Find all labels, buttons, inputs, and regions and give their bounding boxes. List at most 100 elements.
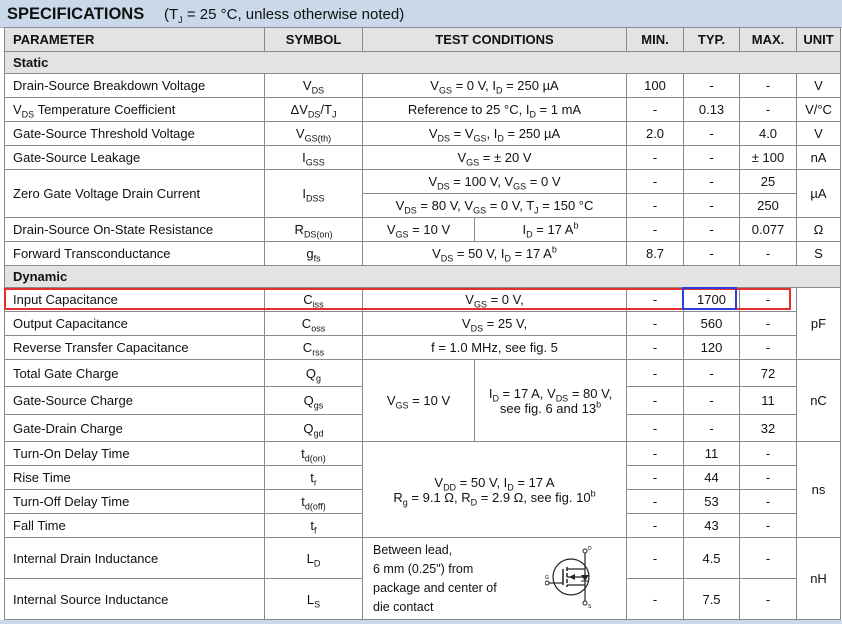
symbol-cell: td(on): [264, 441, 363, 466]
max-cell: -: [739, 578, 798, 620]
section-static: Static: [3, 51, 842, 74]
header-unit: UNIT: [796, 27, 842, 52]
typ-cell: 11: [683, 441, 741, 466]
max-cell: -: [739, 465, 798, 490]
bottom-border: [0, 620, 842, 624]
param-cell: Reverse Transfer Capacitance: [4, 335, 265, 360]
typ-cell: 44: [683, 465, 741, 490]
typ-cell: -: [683, 145, 741, 170]
symbol-cell: Qgd: [264, 414, 363, 442]
condition-cell: VDS = 50 V, ID = 17 Ab: [361, 241, 628, 266]
min-cell: -: [626, 193, 685, 218]
max-cell: -: [739, 287, 798, 312]
table-row: Input Capacitance Ciss VGS = 0 V, - 1700…: [4, 287, 842, 360]
pin-label-d: D: [588, 546, 592, 552]
symbol-cell: IDSS: [264, 169, 363, 218]
typ-cell: 43: [683, 513, 741, 538]
table-row: Gate-Source Threshold Voltage VGS(th) VD…: [4, 121, 842, 146]
symbol-cell: IGSS: [264, 145, 363, 170]
table-row: Zero Gate Voltage Drain Current IDSS VDS…: [4, 169, 842, 218]
param-cell: VDS Temperature Coefficient: [4, 97, 265, 122]
symbol-cell: LD: [264, 537, 363, 579]
param-cell: Fall Time: [4, 513, 265, 538]
max-cell: ± 100: [739, 145, 798, 170]
unit-cell: V: [796, 73, 842, 98]
min-cell: -: [626, 441, 685, 466]
param-cell: Drain-Source On-State Resistance: [4, 217, 265, 242]
min-cell: -: [626, 335, 685, 360]
max-cell: -: [739, 335, 798, 360]
param-cell: Internal Source Inductance: [4, 578, 265, 620]
symbol-cell: LS: [264, 578, 363, 620]
typ-cell: 7.5: [683, 578, 741, 620]
table-row: Total Gate Charge Qg VGS = 10 V ID = 17 …: [4, 359, 842, 442]
typ-cell: -: [683, 121, 741, 146]
typ-cell: 560: [683, 311, 741, 336]
param-cell: Gate-Source Threshold Voltage: [4, 121, 265, 146]
min-cell: -: [626, 169, 685, 194]
min-cell: -: [626, 537, 685, 579]
param-cell: Gate-Source Leakage: [4, 145, 265, 170]
param-cell: Forward Transconductance: [4, 241, 265, 266]
symbol-cell: tr: [264, 465, 363, 490]
min-cell: -: [626, 145, 685, 170]
condition-cell: VGS = 10 V: [362, 359, 475, 442]
symbol-cell: VDS: [264, 73, 363, 98]
header-test-conditions: TEST CONDITIONS: [361, 27, 628, 52]
symbol-cell: gfs: [264, 241, 363, 266]
header-parameter: PARAMETER: [4, 27, 265, 52]
min-cell: -: [626, 489, 685, 514]
min-cell: -: [626, 359, 685, 387]
min-cell: -: [626, 97, 685, 122]
max-cell: -: [739, 241, 798, 266]
header-row: PARAMETER SYMBOL TEST CONDITIONS MIN. TY…: [4, 27, 842, 52]
section-dynamic: Dynamic: [3, 265, 842, 288]
param-cell: Total Gate Charge: [4, 359, 265, 387]
min-cell: -: [626, 386, 685, 415]
table-row: Gate-Source Leakage IGSS VGS = ± 20 V - …: [4, 145, 842, 170]
table-row: VDS Temperature Coefficient ΔVDS/TJ Refe…: [4, 97, 842, 122]
max-cell: -: [739, 311, 798, 336]
param-cell: Internal Drain Inductance: [4, 537, 265, 579]
max-cell: -: [739, 97, 798, 122]
max-cell: -: [739, 441, 798, 466]
max-cell: 4.0: [739, 121, 798, 146]
table-row: Drain-Source On-State Resistance RDS(on)…: [4, 217, 842, 242]
condition-cell: Reference to 25 °C, ID = 1 mA: [361, 97, 628, 122]
min-cell: 8.7: [626, 241, 685, 266]
condition-cell: VDD = 50 V, ID = 17 A Rg = 9.1 Ω, RD = 2.…: [361, 441, 628, 538]
min-cell: -: [626, 513, 685, 538]
condition-cell: ID = 17 Ab: [473, 217, 628, 242]
unit-cell: S: [796, 241, 842, 266]
unit-cell: ns: [796, 441, 842, 538]
typ-cell: 1700: [683, 287, 741, 312]
header-max: MAX.: [739, 27, 798, 52]
typ-cell: -: [683, 217, 741, 242]
typ-cell: -: [683, 386, 741, 415]
typ-cell: -: [683, 73, 741, 98]
mosfet-symbol-icon: D G S: [545, 546, 592, 609]
table-row: Reverse Transfer Capacitance Crss f = 1.…: [4, 335, 841, 360]
param-cell: Input Capacitance: [4, 287, 265, 312]
header-symbol: SYMBOL: [264, 27, 363, 52]
inductance-note: Between lead, 6 mm (0.25") from package an…: [373, 542, 497, 614]
typ-cell: -: [683, 241, 741, 266]
max-cell: -: [739, 537, 798, 579]
header-typ: TYP.: [683, 27, 741, 52]
table-row: Drain-Source Breakdown Voltage VDS VGS =…: [4, 73, 842, 98]
symbol-cell: tf: [264, 513, 363, 538]
min-cell: -: [626, 414, 685, 442]
min-cell: 100: [626, 73, 685, 98]
condition-cell: VDS = 25 V,: [361, 311, 628, 336]
max-cell: 11: [739, 386, 798, 415]
typ-cell: -: [683, 414, 741, 442]
header-min: MIN.: [626, 27, 685, 52]
param-cell: Output Capacitance: [4, 311, 265, 336]
table-row: Turn-On Delay Time td(on) VDD = 50 V, ID…: [4, 441, 842, 538]
param-cell: Rise Time: [4, 465, 265, 490]
unit-cell: pF: [796, 287, 842, 360]
param-cell: Turn-On Delay Time: [4, 441, 265, 466]
pin-label-g: G: [545, 575, 549, 581]
min-cell: -: [626, 578, 685, 620]
section-label: Static: [3, 51, 842, 74]
